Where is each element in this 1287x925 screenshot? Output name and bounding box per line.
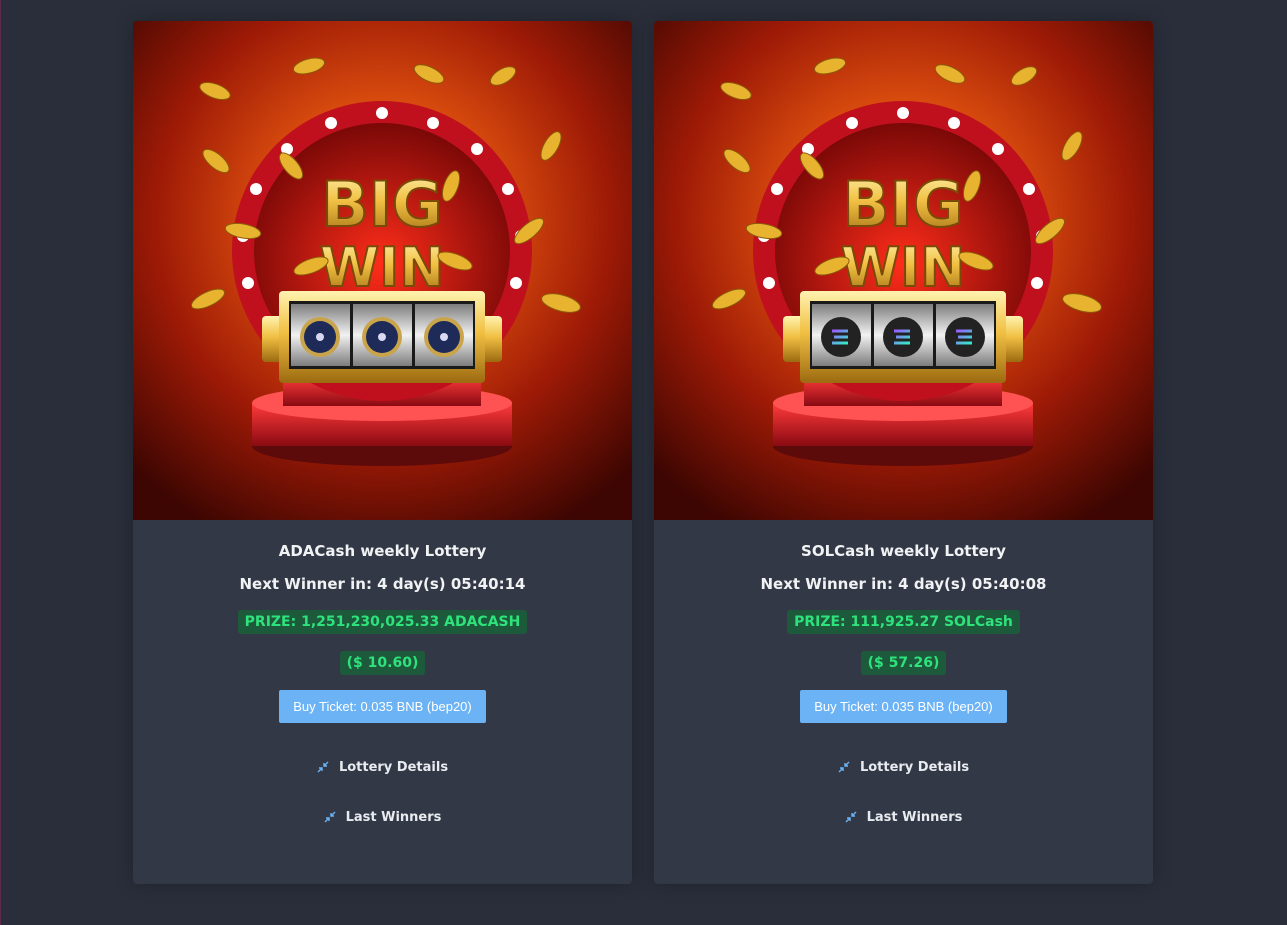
- last-winners-label: Last Winners: [345, 809, 442, 825]
- lottery-details-label: Lottery Details: [338, 759, 449, 775]
- lottery-card-adacash: BIG WIN ADACash weekly Lottery Next Winn…: [133, 21, 632, 884]
- last-winners-toggle[interactable]: Last Winners: [324, 809, 442, 825]
- svg-text:WIN: WIN: [841, 236, 966, 299]
- big-win-banner-image: BIG WIN: [654, 21, 1153, 520]
- compress-arrows-icon: [324, 811, 336, 823]
- buy-ticket-button[interactable]: Buy Ticket: 0.035 BNB (bep20): [279, 690, 486, 723]
- lottery-details-label: Lottery Details: [859, 759, 970, 775]
- compress-arrows-icon: [317, 761, 329, 773]
- next-winner-countdown: Next Winner in: 4 day(s) 05:40:14: [239, 575, 526, 593]
- compress-arrows-icon: [838, 761, 850, 773]
- adacash-coin-icon: [300, 317, 464, 357]
- buy-ticket-button[interactable]: Buy Ticket: 0.035 BNB (bep20): [800, 690, 1007, 723]
- svg-text:BIG: BIG: [321, 168, 442, 241]
- last-winners-label: Last Winners: [866, 809, 963, 825]
- compress-arrows-icon: [845, 811, 857, 823]
- last-winners-toggle[interactable]: Last Winners: [845, 809, 963, 825]
- big-win-banner-image: BIG WIN: [133, 21, 632, 520]
- prize-usd-badge: ($ 57.26): [860, 651, 947, 675]
- svg-text:BIG: BIG: [842, 168, 963, 241]
- lottery-title: ADACash weekly Lottery: [278, 542, 487, 560]
- lottery-details-toggle[interactable]: Lottery Details: [838, 760, 969, 775]
- prize-badge: PRIZE: 111,925.27 SOLCash: [787, 610, 1020, 634]
- solcash-coin-icon: [821, 317, 985, 357]
- lottery-title: SOLCash weekly Lottery: [801, 542, 1006, 560]
- lottery-details-toggle[interactable]: Lottery Details: [317, 760, 448, 775]
- next-winner-countdown: Next Winner in: 4 day(s) 05:40:08: [760, 575, 1047, 593]
- lottery-card-solcash: BIG WIN SOLCash weekly Lottery Next Winn…: [654, 21, 1153, 884]
- prize-badge: PRIZE: 1,251,230,025.33 ADACASH: [237, 610, 528, 634]
- prize-usd-badge: ($ 10.60): [339, 651, 426, 675]
- svg-text:WIN: WIN: [320, 236, 445, 299]
